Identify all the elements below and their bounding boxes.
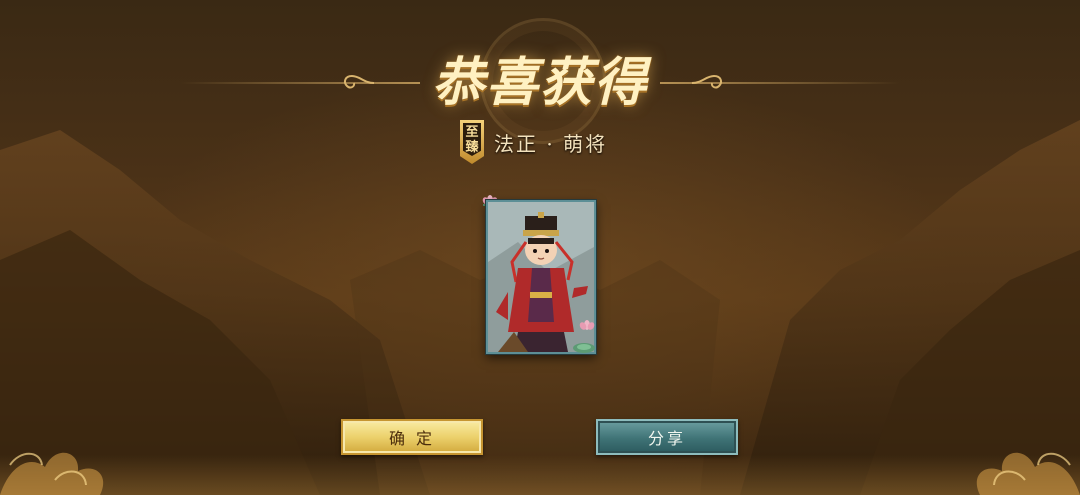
cloud-ornament-right-icon xyxy=(976,452,1080,495)
cloud-ornament-left-icon xyxy=(0,452,104,495)
quality-badge-icon: 至 臻 xyxy=(460,120,484,164)
lotus-flower-icon xyxy=(579,320,595,330)
lotus-leaf-icon xyxy=(573,343,595,353)
reward-screen: 恭喜获得 至 臻 法正 · 萌将 确 定 分享 xyxy=(0,0,1080,495)
reward-title: 恭喜获得 xyxy=(431,52,648,113)
reward-subtitle: 至 臻 法正 · 萌将 xyxy=(460,120,607,164)
quality-badge-text-top: 至 xyxy=(465,125,479,140)
quality-badge-text-bottom: 臻 xyxy=(465,140,479,155)
share-button[interactable]: 分享 xyxy=(596,419,738,455)
card-name: 法正 · 萌将 xyxy=(494,131,608,156)
confirm-button[interactable]: 确 定 xyxy=(341,419,483,455)
